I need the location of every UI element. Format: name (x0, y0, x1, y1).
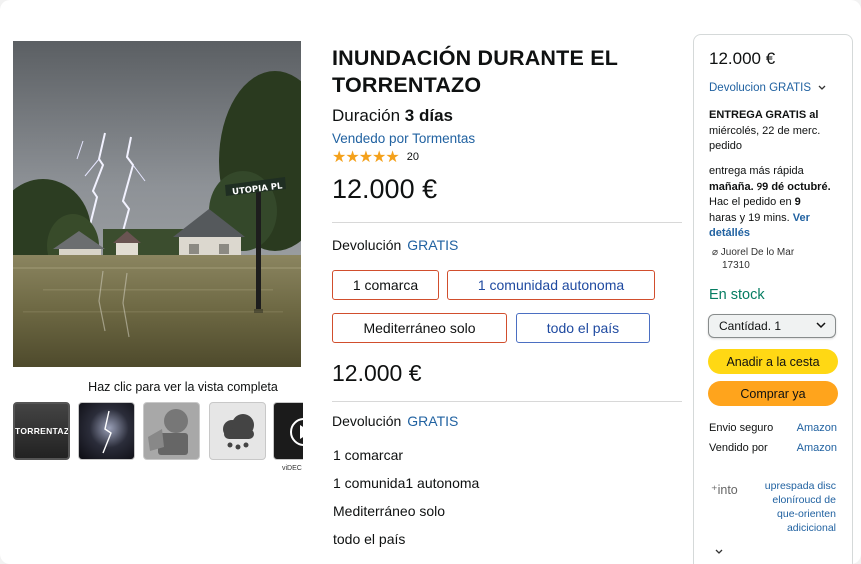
sold-by-value[interactable]: Amazon (797, 442, 837, 454)
delivery-rest: miércolés, 22 de merc. pedido (709, 124, 821, 153)
divider (332, 401, 682, 402)
option-comarca-label: 1 comarca (352, 277, 419, 293)
return-info: Devolución GRATIS (332, 237, 458, 253)
list-option[interactable]: Mediterráneo solo (333, 503, 445, 519)
return-label: Devolución (332, 237, 402, 253)
duration-value: 3 días (404, 106, 453, 125)
quantity-select[interactable]: Cantídad. 1 (708, 314, 836, 338)
delivery-info: ENTREGA GRATIS al miércolés, 22 de merc.… (709, 108, 849, 155)
order-within-hours: 9 (794, 196, 801, 208)
shipping-value[interactable]: Amazon (797, 422, 837, 434)
star-rating-icon: ★★★★★ (332, 149, 400, 166)
sold-by-row: Vendido por Amazon (709, 442, 837, 454)
list-option[interactable]: todo el país (333, 531, 405, 547)
chevron-down-icon (818, 85, 826, 90)
order-within-text: Hac el pedido en (709, 196, 792, 208)
rating-count[interactable]: 20 (407, 151, 419, 163)
duration-label: Duración (332, 106, 401, 125)
delivery-location[interactable]: ⌀ Juorel De lo Mar 17310 (712, 247, 852, 272)
option-mediterraneo-label: Mediterráneo solo (363, 320, 476, 336)
order-within-time: haras y 19 mins. (709, 211, 790, 224)
buybox-return-text: Devolucion GRATIS (709, 82, 812, 94)
buy-now-button[interactable]: Comprar ya (708, 381, 838, 406)
thumbnail-1-text: TORRENTAZO (15, 426, 70, 436)
video-label: viDEC (282, 465, 302, 472)
return-free-link[interactable]: GRATIS (407, 413, 458, 429)
chevron-down-icon (816, 322, 826, 329)
play-icon (290, 418, 303, 446)
thumbnail-2[interactable] (78, 402, 135, 460)
thumbnail-3[interactable] (143, 402, 200, 460)
location-postcode: 17310 (722, 259, 750, 271)
buy-now-label: Comprar ya (740, 386, 806, 401)
fast-delivery-text: entrega más rápida (709, 165, 804, 177)
return-info-secondary: Devolución GRATIS (332, 413, 458, 429)
thumbnail-1[interactable]: TORRENTAZO (13, 402, 70, 460)
rating[interactable]: ★★★★★ 20 (332, 148, 419, 166)
thumbnail-strip: TORRENTAZO (13, 402, 303, 462)
option-todo-el-pais-label: todo el país (546, 320, 620, 336)
delivery-bold: ENTREGA GRATIS al (709, 109, 819, 121)
thumbnail-4[interactable] (209, 402, 266, 460)
price: 12.000 € (332, 174, 438, 204)
shipping-label: Envio seguro (709, 422, 774, 434)
main-product-image[interactable]: UTOPIA PL (13, 41, 301, 367)
full-view-hint[interactable]: Haz clic para ver la vista completa (13, 380, 353, 394)
info-label: ⁺into (711, 483, 738, 497)
duration: Duración 3 días (332, 106, 453, 126)
price-secondary: 12.000 € (332, 360, 422, 386)
product-title: INUNDACIÓN DURANTE EL TORRENTAZO (332, 46, 618, 97)
shipping-row: Envio seguro Amazon (709, 422, 837, 434)
add-to-cart-button[interactable]: Anadir a la cesta (708, 349, 838, 374)
additional-info-link[interactable]: uprespada disc elonírоucd de que-oriente… (754, 479, 836, 535)
add-to-cart-label: Anadir a la cesta (726, 354, 820, 369)
buy-box: 12.000 € Devolucion GRATIS ENTREGA GRATI… (693, 34, 853, 564)
buybox-return-dropdown[interactable]: Devolucion GRATIS (709, 82, 826, 94)
full-view-text: Haz clic para ver la vista completa (88, 380, 278, 394)
location-name: ⌀ Juorel De lo Mar (712, 247, 795, 258)
divider (332, 222, 682, 223)
fast-delivery-date: mañaña. ୨9 dé octubré. (709, 180, 831, 193)
return-label: Devolución (332, 413, 402, 429)
product-page: UTOPIA PL Haz clic para ver la vista com… (0, 0, 861, 564)
option-comunidad-autonoma[interactable]: 1 comunidad autonoma (447, 270, 655, 300)
quantity-value: Cantídad. 1 (719, 319, 782, 333)
list-option[interactable]: 1 comarcar (333, 447, 403, 463)
option-mediterraneo[interactable]: Mediterráneo solo (332, 313, 507, 343)
chevron-down-icon[interactable] (715, 549, 723, 555)
return-free-link[interactable]: GRATIS (407, 237, 458, 253)
thumbnail-video[interactable] (273, 402, 303, 460)
option-comarca[interactable]: 1 comarca (332, 270, 439, 300)
seller-link[interactable]: Vendedo por Tormentas (332, 131, 475, 146)
sold-by-label: Vendido por (709, 442, 768, 454)
list-option[interactable]: 1 comunida1 autonoma (333, 475, 479, 491)
stock-status: En stock (709, 287, 765, 303)
option-comunidad-autonoma-label: 1 comunidad autonoma (477, 277, 625, 293)
option-todo-el-pais[interactable]: todo el país (516, 313, 650, 343)
buybox-price: 12.000 € (709, 49, 776, 68)
fast-delivery-info: entrega más rápida mañaña. ୨9 dé octubré… (709, 164, 849, 242)
cloud-rain-icon (223, 414, 254, 450)
